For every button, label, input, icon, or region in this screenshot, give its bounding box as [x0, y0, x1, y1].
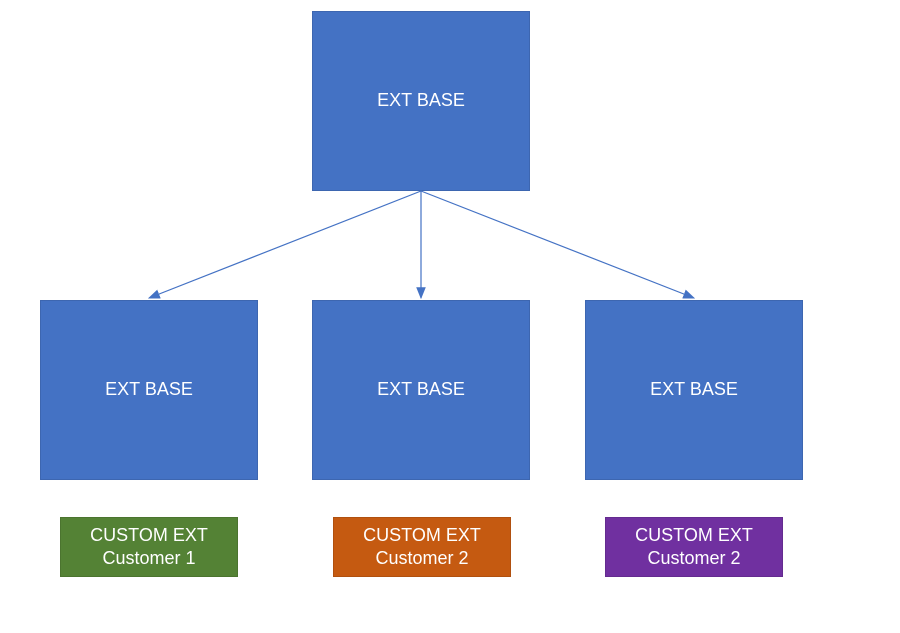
- custom3-line1: CUSTOM EXT: [635, 524, 753, 547]
- connector-root-child1: [149, 191, 421, 298]
- root-ext-base-label: EXT BASE: [377, 89, 465, 112]
- custom2-line2: Customer 2: [363, 547, 481, 570]
- custom-ext-customer3-box: CUSTOM EXT Customer 2: [605, 517, 783, 577]
- root-ext-base-box: EXT BASE: [312, 11, 530, 191]
- custom3-text: CUSTOM EXT Customer 2: [635, 524, 753, 571]
- child3-ext-base-label: EXT BASE: [650, 378, 738, 401]
- custom-ext-customer1-box: CUSTOM EXT Customer 1: [60, 517, 238, 577]
- custom1-text: CUSTOM EXT Customer 1: [90, 524, 208, 571]
- child1-ext-base-box: EXT BASE: [40, 300, 258, 480]
- custom1-line2: Customer 1: [90, 547, 208, 570]
- child2-ext-base-label: EXT BASE: [377, 378, 465, 401]
- custom-ext-customer2-box: CUSTOM EXT Customer 2: [333, 517, 511, 577]
- child2-ext-base-box: EXT BASE: [312, 300, 530, 480]
- custom2-line1: CUSTOM EXT: [363, 524, 481, 547]
- custom2-text: CUSTOM EXT Customer 2: [363, 524, 481, 571]
- custom1-line1: CUSTOM EXT: [90, 524, 208, 547]
- child3-ext-base-box: EXT BASE: [585, 300, 803, 480]
- custom3-line2: Customer 2: [635, 547, 753, 570]
- connector-root-child3: [421, 191, 694, 298]
- child1-ext-base-label: EXT BASE: [105, 378, 193, 401]
